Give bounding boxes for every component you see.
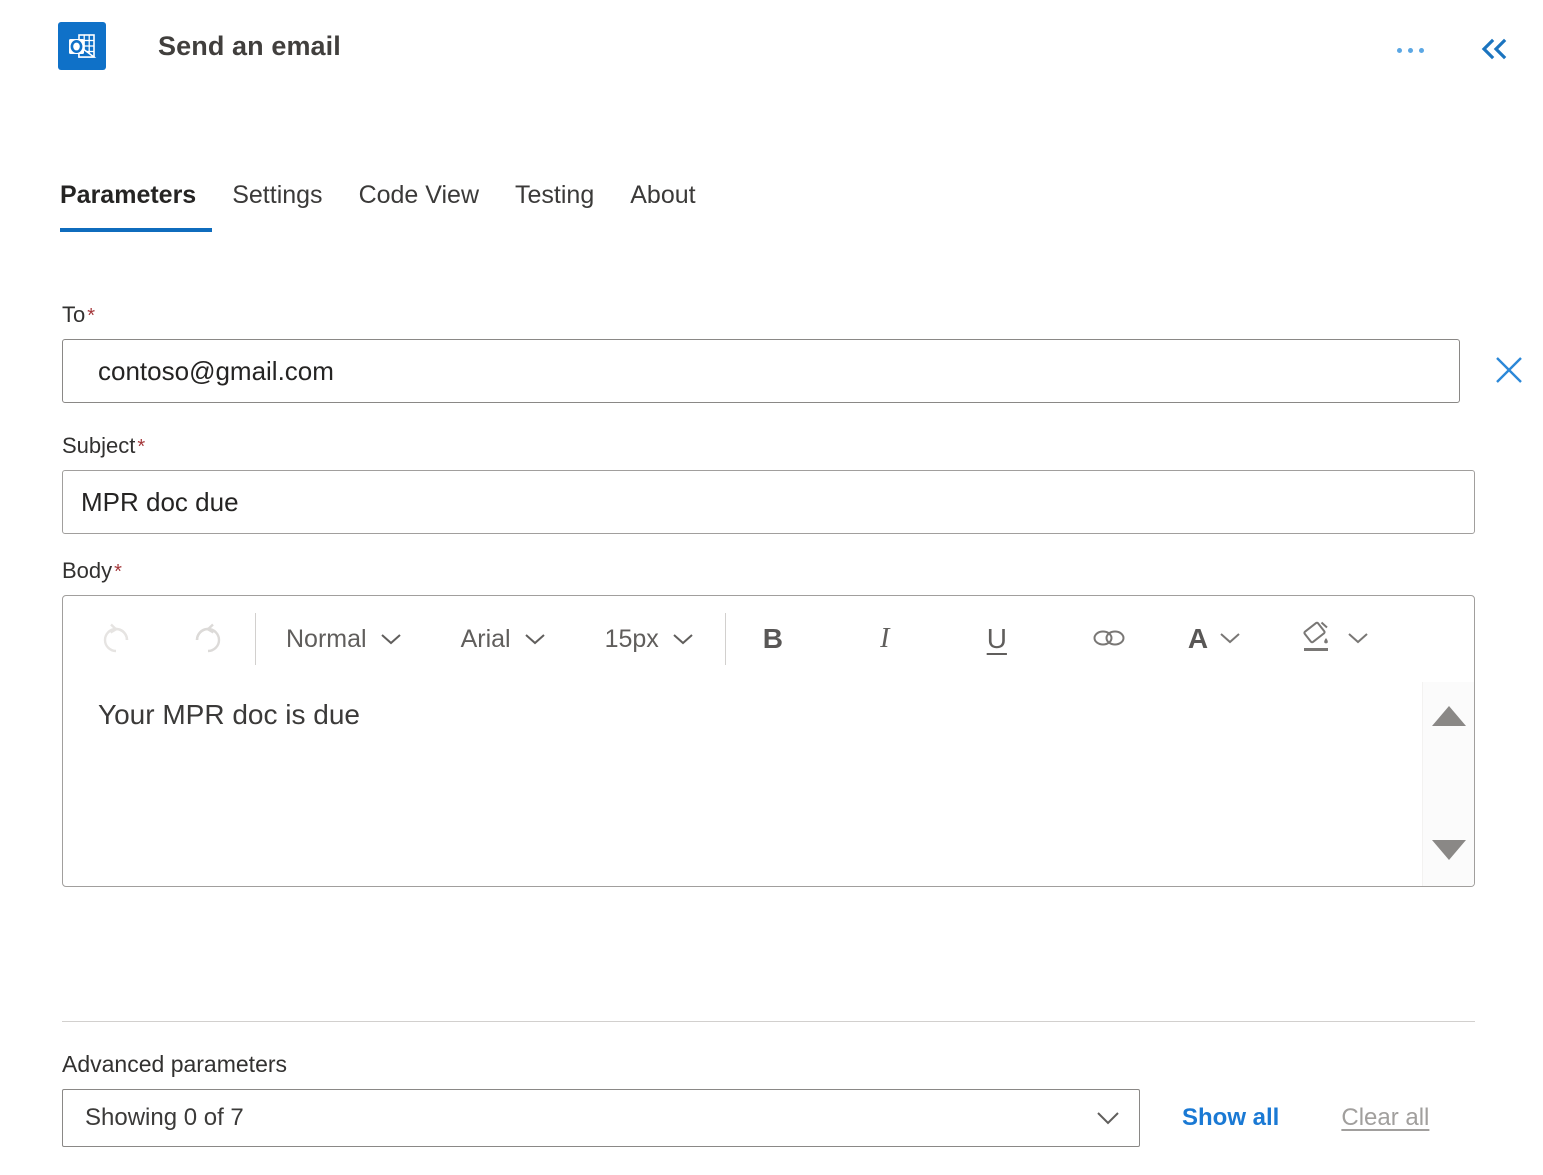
body-field-label: Body * xyxy=(62,556,1543,587)
chevron-down-icon xyxy=(1095,1109,1121,1127)
close-icon xyxy=(1492,353,1526,390)
tab-parameters[interactable]: Parameters xyxy=(42,178,214,232)
font-color-button[interactable]: A xyxy=(1182,610,1248,668)
advanced-parameters-row: Showing 0 of 7 Show all Clear all xyxy=(62,1089,1543,1147)
italic-icon: I xyxy=(880,623,890,654)
body-required-asterisk: * xyxy=(114,561,122,583)
advanced-parameters-section: Advanced parameters Showing 0 of 7 Show … xyxy=(0,1048,1543,1147)
form-spacer-2 xyxy=(0,534,1543,556)
to-input[interactable] xyxy=(62,339,1460,403)
ellipsis-icon xyxy=(1396,47,1424,53)
body-text-value: Your MPR doc is due xyxy=(98,699,360,730)
underline-icon: U xyxy=(986,623,1007,654)
to-label-text: To xyxy=(62,302,86,327)
font-size-value: 15px xyxy=(604,624,659,653)
header-left-group: Send an email xyxy=(58,22,341,70)
triangle-down-icon[interactable] xyxy=(1431,840,1466,860)
font-family-value: Arial xyxy=(460,624,511,653)
insert-link-button[interactable] xyxy=(1078,610,1140,668)
undo-button[interactable] xyxy=(85,610,147,668)
to-field-label: To * xyxy=(62,300,1543,331)
rich-text-toolbar: Normal Arial 15px B I U A xyxy=(63,596,1474,682)
chevron-down-icon xyxy=(523,625,547,654)
header-actions xyxy=(1387,28,1543,72)
tab-testing[interactable]: Testing xyxy=(497,178,612,232)
highlight-icon xyxy=(1296,618,1336,661)
body-text-area[interactable]: Your MPR doc is due xyxy=(63,682,1474,886)
toolbar-divider-1 xyxy=(255,613,256,665)
highlight-color-button[interactable] xyxy=(1290,610,1376,668)
outlook-icon xyxy=(58,22,106,70)
advanced-parameters-select-value: Showing 0 of 7 xyxy=(85,1104,244,1131)
tab-about[interactable]: About xyxy=(612,178,713,232)
to-field-wrapper xyxy=(62,339,1543,403)
body-rich-text-editor: Normal Arial 15px B I U A Your MPR doc i… xyxy=(62,595,1475,887)
chevron-down-icon xyxy=(379,625,403,654)
show-all-button[interactable]: Show all xyxy=(1182,1104,1279,1132)
body-scrollbar[interactable] xyxy=(1422,682,1474,886)
paragraph-style-value: Normal xyxy=(286,624,367,653)
subject-field-wrapper xyxy=(62,470,1543,534)
chevron-double-left-icon xyxy=(1479,37,1509,64)
advanced-parameters-select[interactable]: Showing 0 of 7 xyxy=(62,1089,1140,1147)
toolbar-divider-2 xyxy=(724,613,726,665)
undo-icon xyxy=(97,619,135,660)
tab-settings[interactable]: Settings xyxy=(214,178,340,232)
redo-button[interactable] xyxy=(177,610,239,668)
chevron-down-icon xyxy=(671,625,695,654)
tab-bar: Parameters Settings Code View Testing Ab… xyxy=(60,178,714,232)
font-color-icon: A xyxy=(1187,623,1209,654)
tab-code-view[interactable]: Code View xyxy=(341,178,497,232)
parameters-form: To* Subject* Body* xyxy=(0,300,1543,887)
subject-required-asterisk: * xyxy=(137,436,146,458)
subject-input[interactable] xyxy=(62,470,1475,534)
section-divider xyxy=(62,1021,1475,1022)
body-label-text: Body xyxy=(62,558,113,583)
chevron-down-icon xyxy=(1346,630,1370,649)
bold-icon: B xyxy=(762,623,783,654)
triangle-up-icon[interactable] xyxy=(1431,706,1466,726)
advanced-parameters-label: Advanced parameters xyxy=(62,1051,288,1077)
collapse-panel-button[interactable] xyxy=(1471,28,1517,72)
panel-header: Send an email xyxy=(0,0,1543,112)
chevron-down-icon xyxy=(1218,630,1242,649)
underline-button[interactable]: U xyxy=(966,610,1028,668)
form-spacer-1 xyxy=(0,403,1543,431)
redo-icon xyxy=(189,619,227,660)
subject-field-label: Subject * xyxy=(62,431,1543,462)
italic-button[interactable]: I xyxy=(854,610,916,668)
to-required-asterisk: * xyxy=(87,305,96,327)
clear-to-button[interactable] xyxy=(1483,345,1535,397)
font-size-select[interactable]: 15px xyxy=(591,611,709,667)
link-icon xyxy=(1089,625,1129,654)
more-options-button[interactable] xyxy=(1387,28,1433,72)
font-family-select[interactable]: Arial xyxy=(447,611,561,667)
paragraph-style-select[interactable]: Normal xyxy=(272,611,417,667)
panel-title: Send an email xyxy=(158,30,341,61)
clear-all-button[interactable]: Clear all xyxy=(1341,1104,1429,1132)
bold-button[interactable]: B xyxy=(742,610,804,668)
subject-label-text: Subject xyxy=(62,433,136,458)
